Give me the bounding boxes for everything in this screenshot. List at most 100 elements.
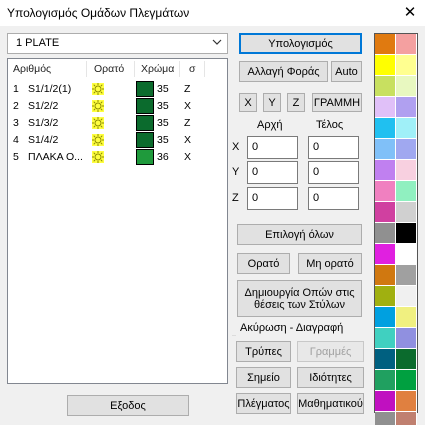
visible-button[interactable]: Ορατό (237, 253, 290, 274)
palette-color-cell[interactable] (375, 97, 396, 118)
row-value: 35 (157, 117, 169, 129)
column-header-number[interactable]: Αριθμός (13, 63, 51, 75)
end-x-field[interactable]: 0 (308, 136, 359, 159)
start-x-field[interactable]: 0 (247, 136, 298, 159)
palette-color-cell[interactable] (396, 307, 417, 328)
palette-color-cell[interactable] (396, 55, 417, 76)
palette-color-cell[interactable] (375, 370, 396, 391)
line-button[interactable]: ΓΡΑΜΜΗ (312, 93, 362, 112)
close-icon[interactable]: ✕ (399, 2, 421, 24)
column-header-color[interactable]: Χρώμα (141, 63, 174, 75)
palette-color-cell[interactable] (375, 34, 396, 55)
axis-label-y: Y (232, 166, 240, 178)
axis-label-z: Z (232, 192, 239, 204)
color-palette (374, 33, 418, 425)
table-row[interactable]: 1 S1/1/2(1) 35 Z (8, 81, 227, 97)
color-swatch[interactable] (136, 149, 154, 165)
row-axis: Z (184, 117, 191, 129)
palette-color-cell[interactable] (396, 265, 417, 286)
palette-color-cell[interactable] (396, 202, 417, 223)
z-axis-button[interactable]: Z (287, 93, 305, 112)
palette-color-cell[interactable] (375, 307, 396, 328)
palette-color-cell[interactable] (396, 370, 417, 391)
meshes-button[interactable]: Πλέγματος (236, 393, 291, 414)
row-number: 2 (13, 100, 19, 112)
palette-color-cell[interactable] (396, 391, 417, 412)
table-row[interactable]: 4 S1/4/2 35 X (8, 132, 227, 148)
row-name: S1/4/2 (28, 134, 59, 146)
visible-icon[interactable] (92, 100, 104, 112)
palette-color-cell[interactable] (375, 223, 396, 244)
start-z-field[interactable]: 0 (247, 187, 298, 210)
palette-color-cell[interactable] (396, 244, 417, 265)
holes-button[interactable]: Τρύπες (236, 341, 291, 362)
x-axis-button[interactable]: X (239, 93, 257, 112)
mesh-group-list[interactable]: Αριθμός Ορατό Χρώμα σ 1 S1/1/2(1) 35 Z 2… (7, 58, 228, 384)
palette-color-cell[interactable] (396, 139, 417, 160)
palette-color-cell[interactable] (375, 118, 396, 139)
color-swatch[interactable] (136, 81, 154, 97)
row-axis: X (184, 134, 192, 146)
change-direction-button[interactable]: Αλλαγή Φοράς (239, 61, 328, 82)
end-y-field[interactable]: 0 (308, 161, 359, 184)
palette-color-cell[interactable] (396, 181, 417, 202)
row-name: S1/3/2 (28, 117, 59, 129)
row-number: 4 (13, 134, 19, 146)
palette-color-cell[interactable] (375, 412, 396, 425)
palette-color-cell[interactable] (396, 34, 417, 55)
plate-select[interactable]: 1 PLATE (7, 33, 228, 54)
visible-icon[interactable] (92, 151, 104, 163)
lines-button[interactable]: Γραμμές (297, 341, 364, 362)
color-swatch[interactable] (136, 98, 154, 114)
visible-icon[interactable] (92, 83, 104, 95)
visible-icon[interactable] (92, 134, 104, 146)
color-swatch[interactable] (136, 132, 154, 148)
not-visible-button[interactable]: Μη ορατό (298, 253, 362, 274)
palette-color-cell[interactable] (375, 76, 396, 97)
palette-color-cell[interactable] (375, 349, 396, 370)
visible-icon[interactable] (92, 117, 104, 129)
table-row[interactable]: 5 ΠΛΑΚΑ Ο... 36 X (8, 149, 227, 165)
properties-button[interactable]: Ιδιότητες (297, 367, 364, 388)
column-header-visible[interactable]: Ορατό (94, 63, 124, 75)
palette-color-cell[interactable] (375, 265, 396, 286)
row-number: 3 (13, 117, 19, 129)
palette-color-cell[interactable] (396, 286, 417, 307)
start-z-value: 0 (252, 192, 259, 204)
table-row[interactable]: 3 S1/3/2 35 Z (8, 115, 227, 131)
palette-color-cell[interactable] (375, 139, 396, 160)
end-z-field[interactable]: 0 (308, 187, 359, 210)
compute-button[interactable]: Υπολογισμός (239, 33, 362, 54)
palette-color-cell[interactable] (375, 244, 396, 265)
palette-color-cell[interactable] (396, 76, 417, 97)
palette-color-cell[interactable] (375, 391, 396, 412)
list-header: Αριθμός Ορατό Χρώμα σ (8, 59, 227, 79)
palette-color-cell[interactable] (375, 328, 396, 349)
palette-color-cell[interactable] (396, 118, 417, 139)
palette-color-cell[interactable] (375, 160, 396, 181)
start-y-value: 0 (252, 166, 259, 178)
end-y-value: 0 (313, 166, 320, 178)
y-axis-button[interactable]: Y (263, 93, 281, 112)
color-swatch[interactable] (136, 115, 154, 131)
palette-color-cell[interactable] (396, 223, 417, 244)
row-value: 35 (157, 134, 169, 146)
point-button[interactable]: Σημείο (236, 367, 291, 388)
palette-color-cell[interactable] (375, 286, 396, 307)
column-header-sigma[interactable]: σ (189, 63, 195, 75)
select-all-button[interactable]: Επιλογή όλων (237, 224, 362, 245)
palette-color-cell[interactable] (396, 412, 417, 425)
palette-color-cell[interactable] (375, 202, 396, 223)
auto-button[interactable]: Auto (331, 61, 362, 82)
palette-color-cell[interactable] (396, 160, 417, 181)
exit-button[interactable]: Εξοδος (67, 395, 189, 416)
palette-color-cell[interactable] (396, 349, 417, 370)
palette-color-cell[interactable] (375, 181, 396, 202)
start-y-field[interactable]: 0 (247, 161, 298, 184)
table-row[interactable]: 2 S1/2/2 35 X (8, 98, 227, 114)
palette-color-cell[interactable] (396, 328, 417, 349)
math-button[interactable]: Μαθηματικού (297, 393, 364, 414)
create-holes-button[interactable]: Δημιουργία Οπών στις θέσεις των Στύλων (237, 280, 362, 317)
palette-color-cell[interactable] (375, 55, 396, 76)
palette-color-cell[interactable] (396, 97, 417, 118)
